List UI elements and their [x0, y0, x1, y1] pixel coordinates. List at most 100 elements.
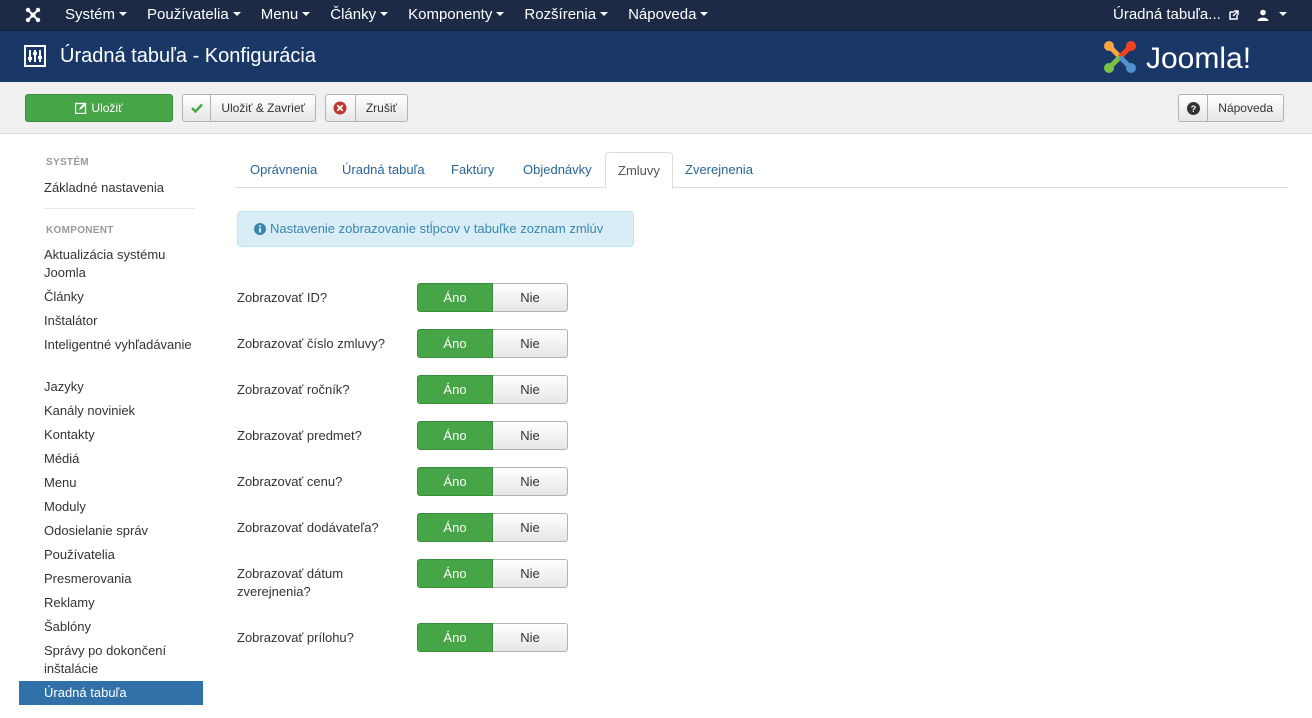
question-icon: ? — [1179, 95, 1209, 121]
help-button[interactable]: ? Nápoveda — [1178, 94, 1284, 122]
option-yes[interactable]: Áno — [417, 467, 493, 496]
sidebar-item-templates[interactable]: Šablóny — [44, 618, 194, 636]
tab-invoices[interactable]: Faktúry — [439, 152, 506, 188]
menu-articles[interactable]: Články — [330, 0, 389, 30]
save-close-button-label: Uložiť & Zavrieť — [221, 101, 305, 115]
option-no[interactable]: Nie — [493, 513, 568, 542]
cancel-button[interactable]: Zrušiť — [325, 94, 408, 122]
option-yes[interactable]: Áno — [417, 623, 493, 652]
page-title: Úradná tabuľa - Konfigurácia — [60, 45, 316, 67]
info-alert-text: Nastavenie zobrazovanie stĺpcov v tabuľk… — [270, 221, 604, 236]
toggle-show-supplier: Áno Nie — [417, 513, 568, 542]
tab-publications[interactable]: Zverejnenia — [673, 152, 765, 188]
sidebar-item-articles[interactable]: Články — [44, 288, 194, 306]
option-no[interactable]: Nie — [493, 559, 568, 588]
sidebar-divider — [44, 208, 195, 209]
sidebar-item-postinstall[interactable]: Správy po dokončení inštalácie — [44, 642, 194, 678]
user-menu[interactable] — [1257, 0, 1287, 30]
user-icon — [1257, 9, 1269, 21]
sidebar-item-modules[interactable]: Moduly — [44, 498, 194, 516]
sidebar-item-installer[interactable]: Inštalátor — [44, 312, 194, 330]
toggle-show-price: Áno Nie — [417, 467, 568, 496]
sidebar-item-joomla-update[interactable]: Aktualizácia systému Joomla — [44, 246, 194, 282]
chevron-down-icon — [119, 12, 128, 17]
sidebar-header-component: KOMPONENT — [46, 225, 114, 236]
field-label-show-publish-date: Zobrazovať dátum zverejnenia? — [237, 566, 344, 599]
field-label-show-id: Zobrazovať ID? — [237, 290, 328, 305]
external-link-icon — [1229, 10, 1239, 20]
option-no[interactable]: Nie — [493, 467, 568, 496]
chevron-down-icon — [496, 12, 505, 17]
site-link-label: Úradná tabuľa... — [1113, 6, 1221, 23]
cancel-circle-icon — [326, 95, 356, 121]
chevron-down-icon — [302, 12, 311, 17]
config-tabs: Oprávnenia Úradná tabuľa Faktúry Objedná… — [236, 152, 1288, 189]
option-yes[interactable]: Áno — [417, 559, 493, 588]
menu-system-label: Systém — [65, 6, 116, 23]
tab-orders[interactable]: Objednávky — [511, 152, 604, 188]
sidebar-item-media[interactable]: Médiá — [44, 450, 194, 468]
menu-users[interactable]: Používatelia — [147, 0, 241, 30]
site-preview-link[interactable]: Úradná tabuľa... — [1113, 0, 1239, 30]
page-header: Úradná tabuľa - Konfigurácia Joomla! — [0, 30, 1312, 82]
equalizer-icon — [24, 45, 46, 67]
menu-articles-label: Články — [330, 6, 377, 23]
menu-menus[interactable]: Menu — [261, 0, 311, 30]
tab-contracts[interactable]: Zmluvy — [605, 152, 673, 189]
chevron-down-icon — [380, 12, 389, 17]
save-close-button[interactable]: Uložiť & Zavrieť — [182, 94, 316, 122]
chevron-down-icon — [600, 12, 609, 17]
checkmark-icon — [183, 95, 212, 121]
svg-text:?: ? — [1190, 104, 1196, 114]
tab-permissions[interactable]: Oprávnenia — [238, 152, 329, 188]
sidebar-item-global-config[interactable]: Základné nastavenia — [44, 179, 194, 197]
toggle-show-id: Áno Nie — [417, 283, 568, 312]
option-no[interactable]: Nie — [493, 421, 568, 450]
sidebar-item-redirects[interactable]: Presmerovania — [44, 570, 194, 588]
sidebar-item-notice-board[interactable]: Úradná tabuľa — [19, 681, 203, 705]
field-label-show-subject: Zobrazovať predmet? — [237, 428, 362, 443]
sidebar-item-smart-search[interactable]: Inteligentné vyhľadávanie — [44, 336, 194, 354]
chevron-down-icon — [232, 12, 241, 17]
option-yes[interactable]: Áno — [417, 375, 493, 404]
menu-extensions[interactable]: Rozšírenia — [524, 0, 609, 30]
edit-icon — [75, 102, 87, 114]
option-no[interactable]: Nie — [493, 375, 568, 404]
sidebar-header-system: SYSTÉM — [46, 157, 89, 168]
option-no[interactable]: Nie — [493, 623, 568, 652]
sidebar-item-menus[interactable]: Menu — [44, 474, 194, 492]
option-yes[interactable]: Áno — [417, 513, 493, 542]
chevron-down-icon — [700, 12, 709, 17]
joomla-logo: Joomla! — [1104, 41, 1251, 75]
option-yes[interactable]: Áno — [417, 329, 493, 358]
info-icon — [254, 222, 266, 235]
save-button[interactable]: Uložiť — [25, 94, 173, 122]
field-label-show-supplier: Zobrazovať dodávateľa? — [237, 520, 379, 535]
sidebar-item-contacts[interactable]: Kontakty — [44, 426, 194, 444]
sidebar-item-banners[interactable]: Reklamy — [44, 594, 194, 612]
menu-users-label: Používatelia — [147, 6, 229, 23]
save-button-label: Uložiť — [91, 101, 123, 115]
cancel-button-label: Zrušiť — [365, 101, 397, 115]
menu-system[interactable]: Systém — [65, 0, 128, 30]
option-yes[interactable]: Áno — [417, 421, 493, 450]
field-label-show-price: Zobrazovať cenu? — [237, 474, 343, 489]
field-label-show-attachment: Zobrazovať prílohu? — [237, 630, 354, 645]
menu-components[interactable]: Komponenty — [408, 0, 505, 30]
tab-notice-board[interactable]: Úradná tabuľa — [330, 152, 437, 188]
option-no[interactable]: Nie — [493, 283, 568, 312]
menu-menus-label: Menu — [260, 6, 299, 23]
field-label-show-year: Zobrazovať ročník? — [237, 382, 350, 397]
menu-help[interactable]: Nápoveda — [628, 0, 709, 30]
joomla-brand-icon[interactable] — [24, 6, 42, 24]
sidebar-item-messaging[interactable]: Odosielanie správ — [44, 522, 194, 540]
sidebar-item-newsfeeds[interactable]: Kanály noviniek — [44, 402, 194, 420]
toggle-show-subject: Áno Nie — [417, 421, 568, 450]
field-label-show-contract-number: Zobrazovať číslo zmluvy? — [237, 336, 385, 351]
menu-help-label: Nápoveda — [628, 6, 697, 23]
option-no[interactable]: Nie — [493, 329, 568, 358]
joomla-logo-text: Joomla! — [1146, 42, 1251, 75]
sidebar-item-languages[interactable]: Jazyky — [44, 378, 194, 396]
sidebar-item-users[interactable]: Používatelia — [44, 546, 194, 564]
option-yes[interactable]: Áno — [417, 283, 493, 312]
